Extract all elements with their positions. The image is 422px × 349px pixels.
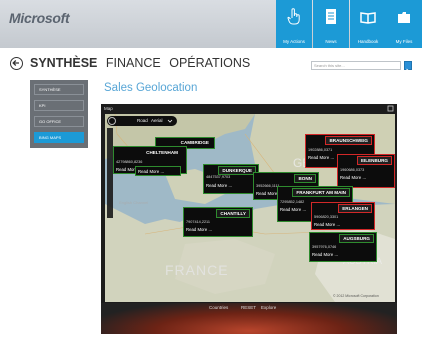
menu-item-go-office[interactable]: GO OFFICE bbox=[34, 116, 84, 127]
pin-value: 5906820,3301 bbox=[314, 215, 339, 219]
search-arrow-icon bbox=[406, 68, 411, 75]
pin-dunkerque-more[interactable]: Read More ... bbox=[135, 166, 181, 176]
folder-icon bbox=[398, 12, 410, 23]
hand-pointer-icon bbox=[287, 8, 300, 25]
map-canvas[interactable]: English Channel FRANCE AUSTRIA GE Road A… bbox=[105, 114, 395, 302]
nav-item-synthese[interactable]: SYNTHÈSE bbox=[30, 56, 97, 70]
menu-item-synthese[interactable]: SYNTHÈSE bbox=[34, 84, 84, 95]
tile-news[interactable]: News bbox=[313, 0, 349, 48]
pin-dunkerque[interactable]: DUNKERQUE 4847537,9703 Read More ... bbox=[203, 164, 259, 194]
open-book-icon bbox=[360, 12, 376, 24]
pin-read-more-link[interactable]: Read More ... bbox=[138, 169, 164, 174]
expand-icon[interactable] bbox=[387, 105, 394, 112]
pin-title: BONN bbox=[294, 174, 316, 183]
pin-title: EILENBURG bbox=[356, 156, 392, 165]
chevron-down-icon[interactable] bbox=[167, 118, 173, 124]
map-bottom-bar: Countries RESET Explore bbox=[101, 303, 397, 334]
pin-eilenburg[interactable]: EILENBURG 1960686,0373 Read More ... bbox=[337, 154, 395, 188]
back-arrow-icon bbox=[12, 60, 19, 66]
pin-augsburg[interactable]: AUGSBURG 3957976,0746 Read More ... bbox=[309, 232, 377, 262]
document-icon bbox=[326, 9, 336, 24]
tile-label: Handbook bbox=[357, 39, 379, 44]
pin-title: ERLANGEN bbox=[338, 204, 372, 213]
map-mode-aerial[interactable]: Aerial bbox=[151, 118, 163, 123]
pin-read-more-link[interactable]: Read More ... bbox=[314, 222, 340, 227]
map-type-switcher[interactable]: Road Aerial bbox=[107, 116, 177, 126]
pin-title: FRANKFURT AM MAIN bbox=[292, 188, 350, 197]
pin-erlangen[interactable]: ERLANGEN 5906820,3301 Read More ... bbox=[311, 202, 375, 230]
pin-value: 3957976,0746 bbox=[312, 245, 337, 249]
page: Microsoft My Actions News Handbook My Fi… bbox=[0, 0, 422, 349]
nav-item-finance[interactable]: FINANCE bbox=[106, 56, 161, 70]
pin-title: BRAUNSCHWEIG bbox=[325, 136, 372, 145]
tile-my-actions[interactable]: My Actions bbox=[276, 0, 312, 48]
tile-handbook[interactable]: Handbook bbox=[350, 0, 386, 48]
map-label-france: FRANCE bbox=[165, 262, 229, 278]
microsoft-logo[interactable]: Microsoft bbox=[9, 10, 70, 26]
pin-title: CHANTILLY bbox=[216, 209, 250, 218]
pin-read-more-link[interactable]: Read More ... bbox=[186, 227, 212, 232]
reset-button[interactable]: RESET bbox=[241, 305, 256, 310]
navigation-compass-icon[interactable] bbox=[108, 117, 116, 125]
map-mode-road[interactable]: Road bbox=[137, 118, 148, 123]
side-menu: SYNTHÈSE KPI GO OFFICE BING MAPS bbox=[30, 80, 88, 148]
pin-value: 3952666,1111 bbox=[256, 184, 280, 188]
search-input[interactable]: Search this site... bbox=[311, 61, 401, 70]
pin-value: 42798860,8236 bbox=[116, 160, 143, 164]
countries-button[interactable]: Countries bbox=[209, 305, 228, 310]
map-panel: Map English Channel FRANCE AUSTRIA GE bbox=[101, 104, 397, 334]
tile-label: News bbox=[325, 39, 337, 44]
pin-value: 1902886,0371 bbox=[308, 148, 333, 152]
pin-read-more-link[interactable]: Read More ... bbox=[340, 175, 366, 180]
back-button[interactable] bbox=[10, 57, 23, 70]
pin-value: 4847537,9703 bbox=[206, 175, 231, 179]
tile-label: My Actions bbox=[283, 39, 305, 44]
menu-item-kpi[interactable]: KPI bbox=[34, 100, 84, 111]
pin-read-more-link[interactable]: Read More ... bbox=[280, 207, 306, 212]
section-nav: SYNTHÈSE FINANCE OPÉRATIONS bbox=[30, 56, 255, 70]
map-label-channel: English Channel bbox=[119, 200, 149, 205]
tile-my-files[interactable]: My Files bbox=[386, 0, 422, 48]
nav-item-operations[interactable]: OPÉRATIONS bbox=[169, 56, 250, 70]
pin-title: CAMBRIDGE bbox=[180, 140, 209, 145]
search-button[interactable] bbox=[404, 61, 412, 75]
pin-value: 7295852,1482 bbox=[280, 200, 305, 204]
pin-read-more-link[interactable]: Read More ... bbox=[206, 183, 232, 188]
pin-chantilly[interactable]: CHANTILLY 7907414,2211 Read More ... bbox=[183, 207, 253, 237]
pin-value: 7907414,2211 bbox=[186, 220, 211, 224]
pin-title: AUGSBURG bbox=[339, 234, 374, 243]
pin-title: DUNKERQUE bbox=[218, 166, 256, 175]
explore-button[interactable]: Explore bbox=[261, 305, 276, 310]
tile-label: My Files bbox=[395, 39, 413, 44]
pin-title: CHELTENHAM bbox=[146, 150, 178, 155]
menu-item-bing-maps[interactable]: BING MAPS bbox=[34, 132, 84, 143]
top-bar: Microsoft My Actions News Handbook My Fi… bbox=[0, 0, 422, 48]
map-copyright: © 2012 Microsoft Corporation bbox=[333, 294, 379, 298]
map-header: Map bbox=[104, 106, 113, 111]
pin-read-more-link[interactable]: Read More ... bbox=[308, 155, 334, 160]
pin-value: 1960686,0373 bbox=[340, 168, 365, 172]
pin-read-more-link[interactable]: Read More ... bbox=[312, 252, 338, 257]
page-title: Sales Geolocation bbox=[104, 82, 198, 94]
